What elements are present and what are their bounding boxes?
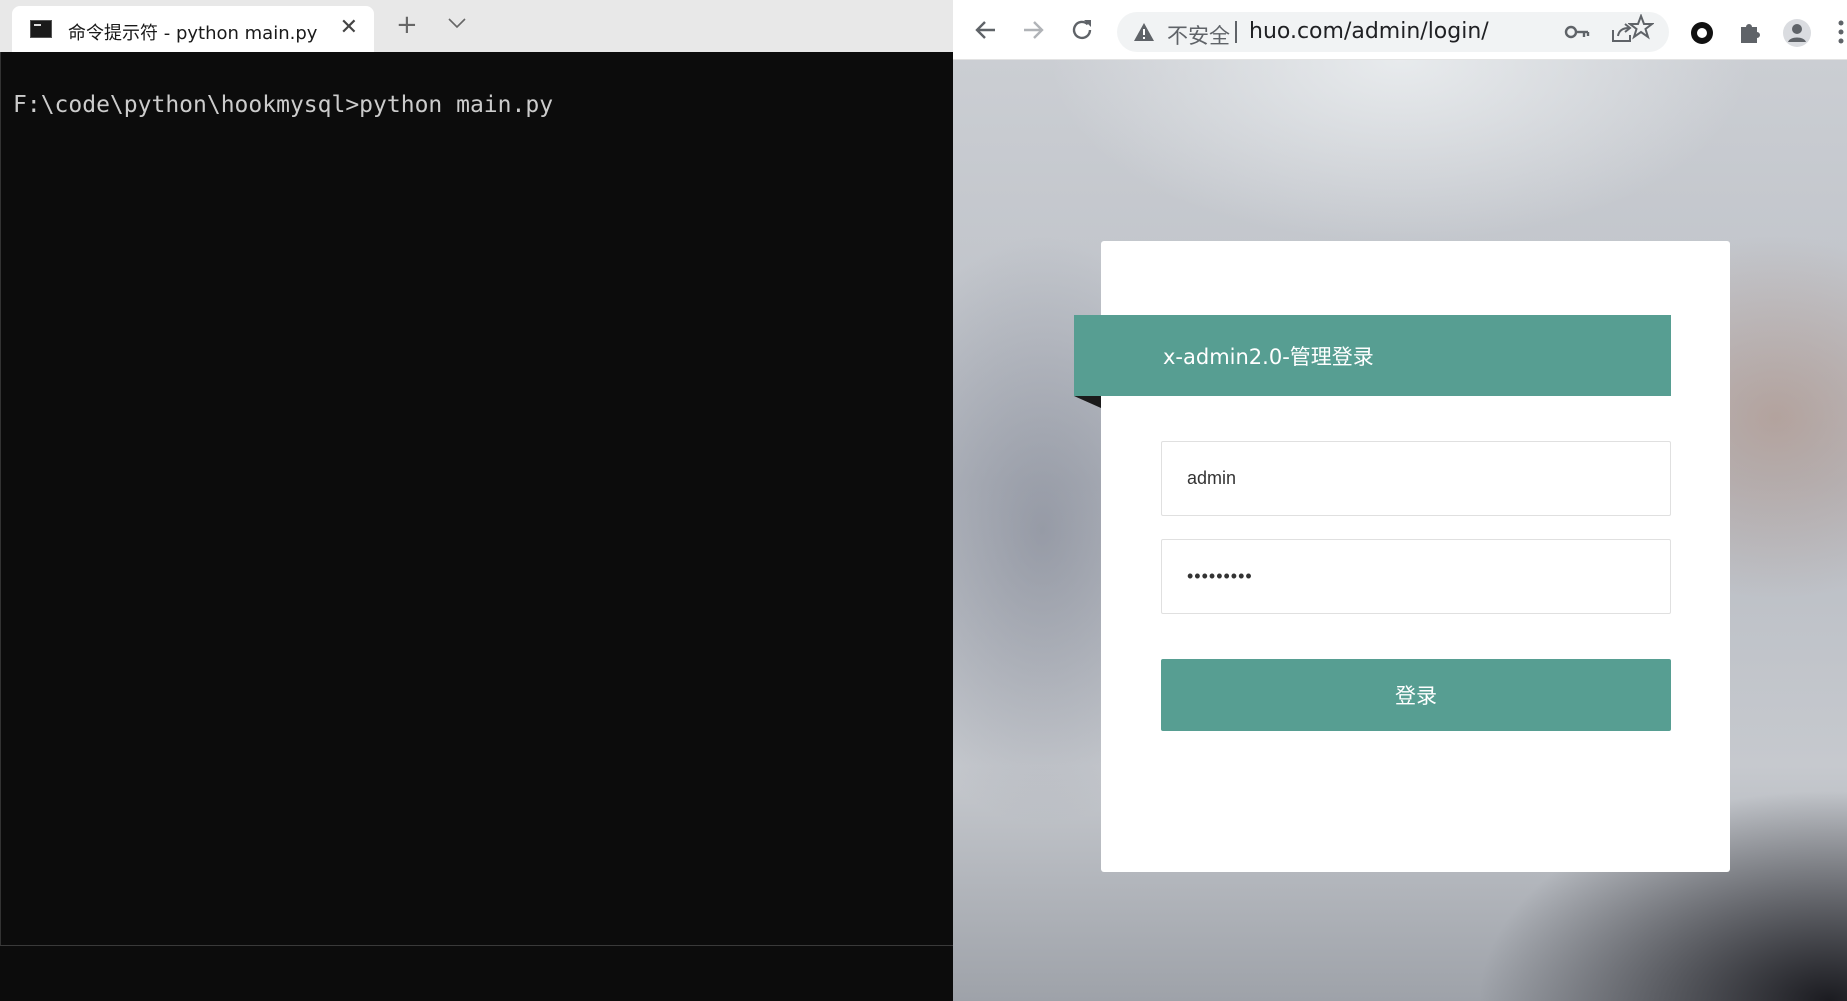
new-tab-icon[interactable]: + bbox=[396, 10, 418, 40]
forward-icon[interactable] bbox=[1020, 17, 1046, 43]
reload-icon[interactable] bbox=[1069, 17, 1095, 43]
password-input[interactable] bbox=[1161, 539, 1671, 614]
browser-toolbar: 不安全 huo.com/admin/login/ bbox=[953, 0, 1847, 60]
security-label[interactable]: 不安全 bbox=[1167, 20, 1230, 50]
terminal-tab[interactable]: 命令提示符 - python main.py ✕ bbox=[12, 6, 374, 52]
login-header-fold bbox=[1074, 396, 1101, 408]
command-prompt-icon bbox=[30, 20, 52, 38]
login-title: x-admin2.0-管理登录 bbox=[1163, 345, 1374, 369]
profile-icon[interactable] bbox=[1782, 18, 1812, 52]
key-icon[interactable] bbox=[1564, 21, 1590, 47]
record-icon[interactable] bbox=[1689, 20, 1715, 50]
terminal-window: 命令提示符 - python main.py ✕ + F:\code\pytho… bbox=[0, 0, 953, 1001]
address-bar[interactable]: 不安全 huo.com/admin/login/ bbox=[1117, 12, 1669, 52]
page-viewport bbox=[953, 60, 1847, 1001]
menu-icon[interactable] bbox=[1837, 20, 1845, 48]
omnibox-divider bbox=[1235, 21, 1237, 43]
warning-icon[interactable] bbox=[1133, 22, 1155, 46]
chevron-down-icon[interactable] bbox=[446, 12, 468, 38]
login-button[interactable]: 登录 bbox=[1161, 659, 1671, 731]
terminal-output[interactable] bbox=[0, 52, 953, 945]
close-tab-icon[interactable]: ✕ bbox=[340, 16, 358, 40]
username-input[interactable] bbox=[1161, 441, 1671, 516]
star-icon[interactable] bbox=[1627, 13, 1655, 44]
terminal-tab-title: 命令提示符 - python main.py bbox=[68, 23, 318, 44]
browser-window: 不安全 huo.com/admin/login/ x-admin2.0-管理登录… bbox=[953, 0, 1847, 1001]
extensions-icon[interactable] bbox=[1737, 19, 1763, 49]
terminal-command-line: F:\code\python\hookmysql>python main.py bbox=[13, 92, 554, 118]
terminal-bottom-divider bbox=[0, 945, 953, 946]
terminal-titlebar: 命令提示符 - python main.py ✕ + bbox=[0, 0, 953, 52]
url-text[interactable]: huo.com/admin/login/ bbox=[1249, 19, 1489, 44]
back-icon[interactable] bbox=[973, 17, 999, 43]
login-header: x-admin2.0-管理登录 bbox=[1074, 315, 1671, 396]
